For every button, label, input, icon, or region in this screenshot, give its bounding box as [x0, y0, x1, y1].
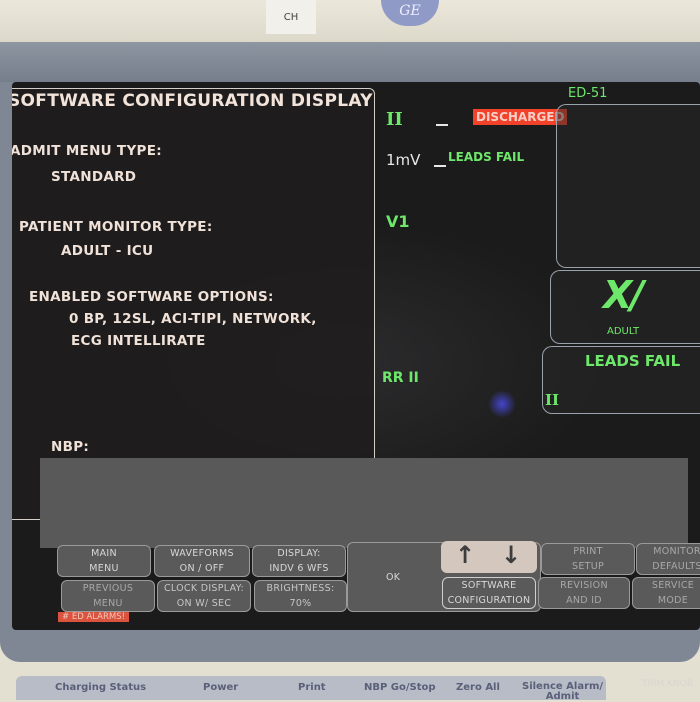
main-menu-line-2: MENU [89, 563, 119, 574]
revision-and-id-button[interactable]: REVISION AND ID [538, 577, 630, 609]
software-configuration-panel: SOFTWARE CONFIGURATION DISPLAY ADMIT MEN… [12, 88, 375, 520]
charging-status-label: Charging Status [55, 682, 147, 693]
up-arrow-icon[interactable]: ↑ [455, 541, 475, 569]
admit-menu-type-label: ADMIT MENU TYPE: [12, 143, 162, 159]
hr-lead-label: II [545, 391, 560, 409]
display-mode-button[interactable]: DISPLAY: INDV 6 WFS [252, 545, 346, 577]
clock-display-button[interactable]: CLOCK DISPLAY: ON W/ SEC [157, 580, 251, 612]
service-mode-button[interactable]: SERVICE MODE [632, 577, 700, 609]
trim-knob-label: TRIM KNOB [642, 679, 693, 689]
calibration-marker [434, 165, 446, 167]
revision-line-1: REVISION [560, 580, 608, 591]
print-setup-button[interactable]: PRINT SETUP [541, 543, 635, 575]
main-menu-button[interactable]: MAIN MENU [57, 545, 151, 577]
enabled-options-line-2: ECG INTELLIRATE [71, 333, 206, 349]
parameter-tile-top[interactable] [556, 104, 700, 268]
monitor-defaults-line-2: DEFAULTS [652, 561, 700, 572]
revision-line-2: AND ID [566, 595, 602, 606]
previous-menu-button[interactable]: PREVIOUS MENU [61, 580, 155, 612]
print-setup-line-1: PRINT [573, 546, 603, 557]
monitor-housing-top [0, 0, 700, 42]
previous-menu-line-2: MENU [93, 598, 123, 609]
battery-discharged-alarm: DISCHARGED [473, 109, 568, 125]
patient-type-label: ADULT [607, 326, 640, 337]
main-menu-line-1: MAIN [91, 548, 117, 559]
print-setup-line-2: SETUP [571, 561, 605, 572]
clock-display-line-1: CLOCK DISPLAY: [163, 583, 245, 594]
silence-alarm-button[interactable]: Silence Alarm/Admit [522, 682, 603, 702]
ok-label: OK [386, 571, 401, 583]
software-configuration-line-2: CONFIGURATION [447, 595, 531, 606]
bezel-top-strip [0, 42, 700, 82]
down-arrow-icon[interactable]: ↓ [501, 541, 521, 569]
hr-leads-fail: LEADS FAIL [585, 352, 681, 370]
service-mode-line-1: SERVICE [651, 580, 695, 591]
lead-v1-label: V1 [386, 212, 410, 231]
ed-alarms-banner[interactable]: # ED ALARMS! [58, 612, 130, 622]
brightness-line-1: BRIGHTNESS: [266, 583, 335, 594]
waveforms-toggle-button[interactable]: WAVEFORMS ON / OFF [154, 545, 250, 577]
sticker-text: CH [283, 12, 299, 23]
monitor-defaults-line-1: MONITOR [653, 546, 700, 557]
scroll-arrows[interactable]: ↑ ↓ [441, 541, 537, 573]
softkey-bar [40, 458, 688, 548]
previous-menu-line-1: PREVIOUS [82, 583, 134, 594]
monitor-defaults-button[interactable]: MONITOR DEFAULTS [636, 543, 700, 575]
silence-line-2: Admit [545, 691, 580, 702]
waveforms-line-2: ON / OFF [179, 563, 225, 574]
patient-type-tile[interactable]: X/ ADULT [550, 270, 700, 344]
nbp-go-stop-button[interactable]: NBP Go/Stop [364, 683, 436, 693]
patient-monitor-type-label: PATIENT MONITOR TYPE: [19, 219, 213, 235]
asset-sticker: CH [266, 0, 316, 34]
service-mode-line-2: MODE [657, 595, 689, 606]
bed-name: ED-51 [568, 86, 608, 101]
zero-all-button[interactable]: Zero All [456, 683, 500, 693]
enabled-options-label: ENABLED SOFTWARE OPTIONS: [29, 289, 274, 305]
software-configuration-line-1: SOFTWARE [461, 580, 517, 591]
patient-monitor-type-value: ADULT - ICU [61, 243, 154, 259]
panel-title: SOFTWARE CONFIGURATION DISPLAY [12, 91, 373, 111]
software-configuration-button[interactable]: SOFTWARE CONFIGURATION [442, 577, 536, 609]
scale-label: 1mV [386, 151, 421, 169]
nbp-label: NBP: [51, 439, 90, 455]
rr-lead-label: RR II [382, 370, 419, 386]
brightness-line-2: 70% [289, 598, 312, 609]
display-line-1: DISPLAY: [277, 548, 321, 559]
waveform-baseline [436, 124, 448, 126]
brightness-button[interactable]: BRIGHTNESS: 70% [254, 580, 347, 612]
print-button[interactable]: Print [298, 683, 326, 693]
admit-menu-type-value: STANDARD [51, 169, 137, 185]
clock-display-line-2: ON W/ SEC [176, 598, 232, 609]
lead-ii-label: II [386, 109, 403, 130]
patient-type-icon: X/ [603, 273, 644, 317]
leads-fail-message: LEADS FAIL [448, 150, 525, 164]
heart-rate-tile[interactable]: LEADS FAIL II [542, 346, 700, 414]
display-line-2: INDV 6 WFS [269, 563, 329, 574]
power-button[interactable]: Power [203, 683, 238, 693]
enabled-options-line-1: 0 BP, 12SL, ACI-TIPI, NETWORK, [69, 311, 317, 327]
waveforms-line-1: WAVEFORMS [170, 548, 234, 559]
